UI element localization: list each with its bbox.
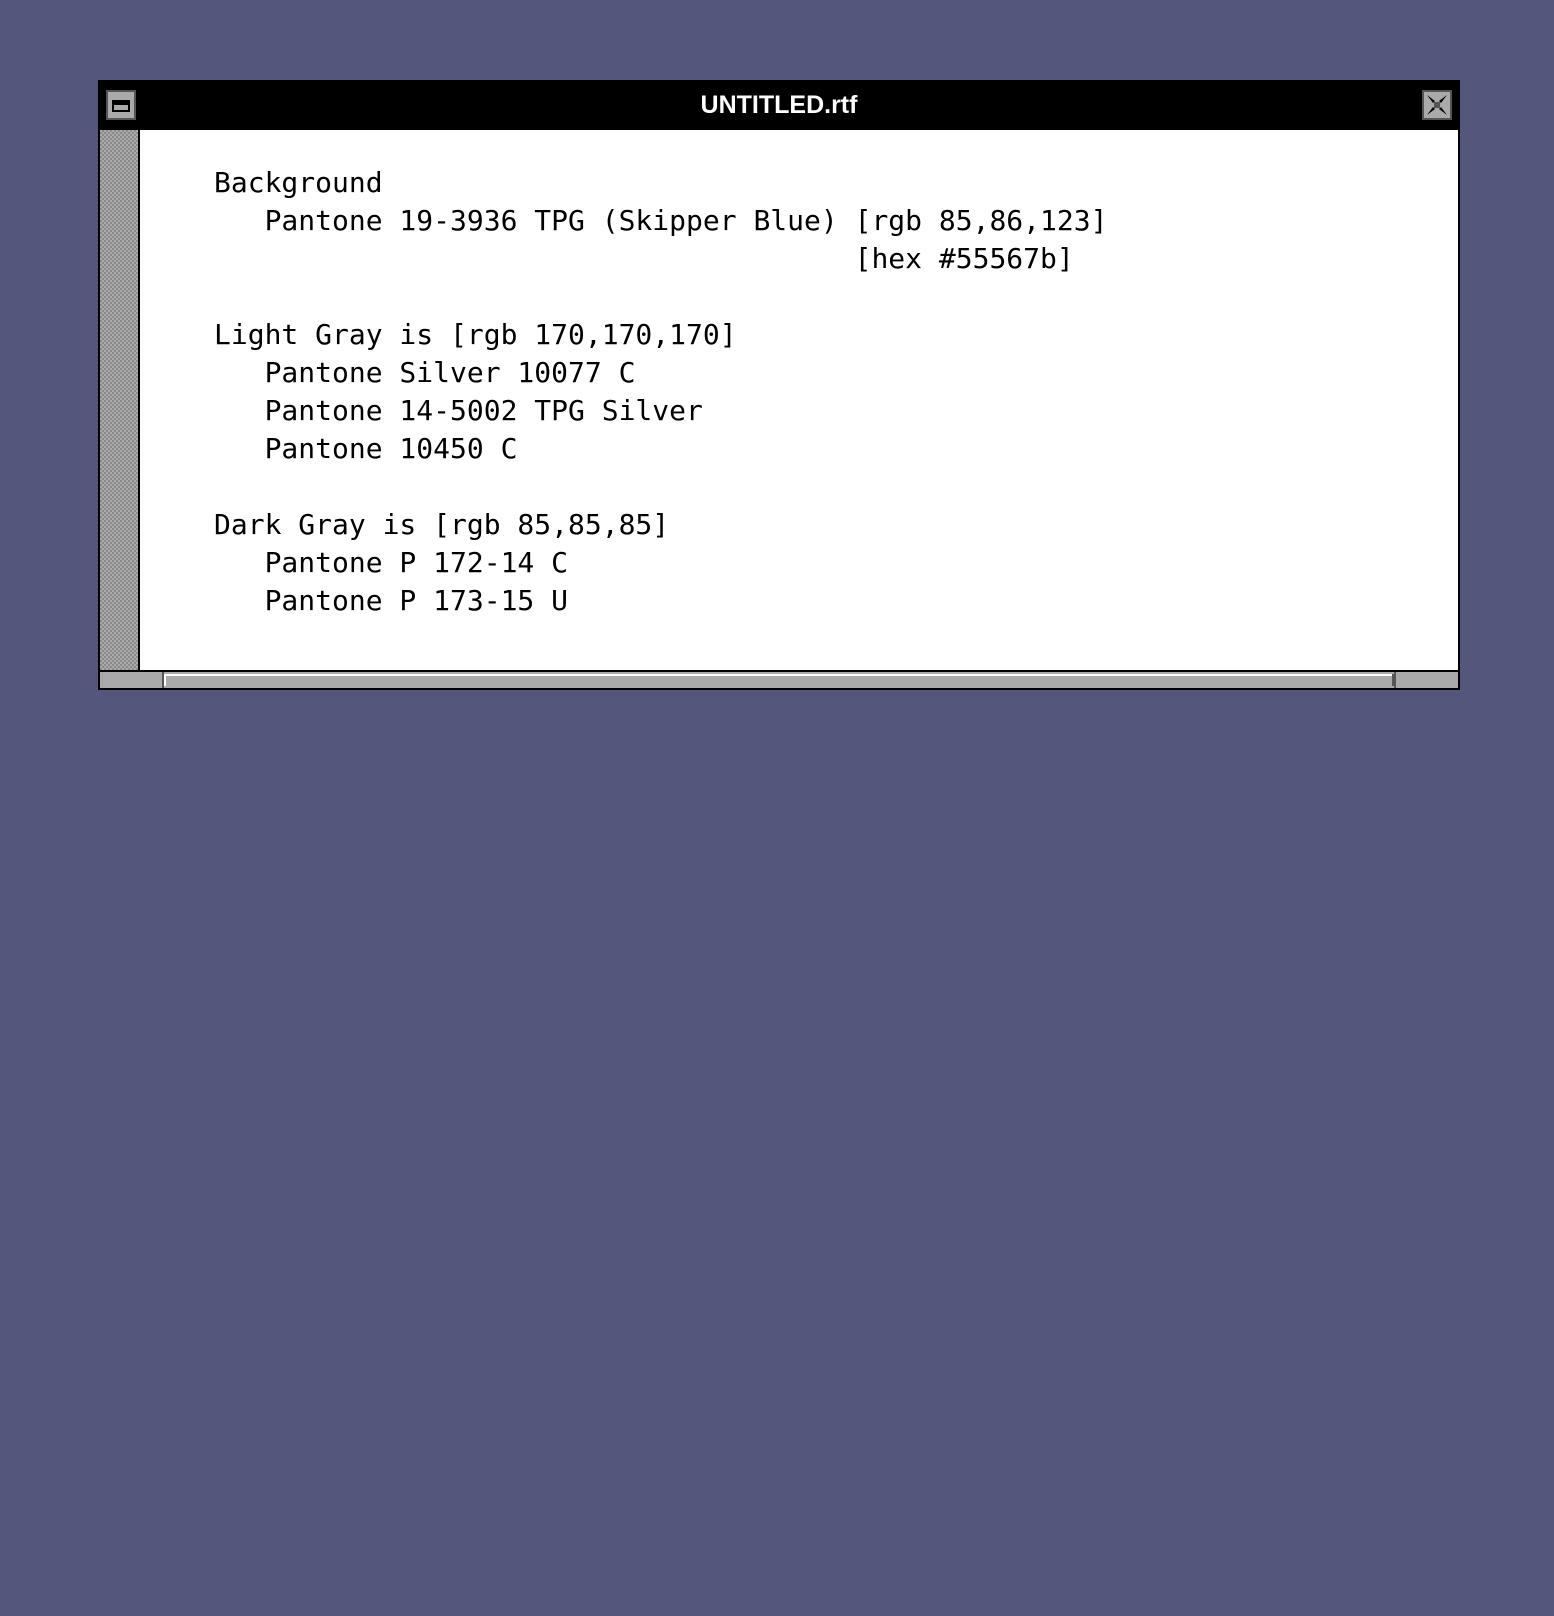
- horizontal-scrollbar[interactable]: [100, 670, 1458, 688]
- doc-line: Pantone 14-5002 TPG Silver: [214, 394, 703, 427]
- doc-line: Pantone P 173-15 U: [214, 584, 569, 617]
- doc-line: Pantone 19-3936 TPG (Skipper Blue) [rgb …: [214, 204, 1108, 237]
- document-text-area[interactable]: Background Pantone 19-3936 TPG (Skipper …: [142, 130, 1458, 670]
- doc-line: Dark Gray is [rgb 85,85,85]: [214, 508, 670, 541]
- scroll-right-cap[interactable]: [1394, 672, 1458, 688]
- doc-line: Pantone P 172-14 C: [214, 546, 569, 579]
- doc-line: Pantone 10450 C: [214, 432, 518, 465]
- window-content: Background Pantone 19-3936 TPG (Skipper …: [100, 130, 1458, 670]
- close-icon[interactable]: [1422, 90, 1452, 120]
- doc-line: Pantone Silver 10077 C: [214, 356, 636, 389]
- doc-line: Light Gray is [rgb 170,170,170]: [214, 318, 737, 351]
- doc-line: Background: [214, 166, 383, 199]
- close-glyph: [1427, 95, 1447, 115]
- scroll-left-cap[interactable]: [100, 672, 164, 688]
- doc-line: [hex #55567b]: [214, 242, 1074, 275]
- document-window[interactable]: UNTITLED.rtf Background Pantone 19-3936 …: [98, 80, 1460, 690]
- left-ruler-gutter: [100, 130, 140, 670]
- window-title: UNTITLED.rtf: [700, 91, 858, 119]
- title-bar[interactable]: UNTITLED.rtf: [100, 82, 1458, 128]
- scroll-track[interactable]: [164, 674, 1394, 686]
